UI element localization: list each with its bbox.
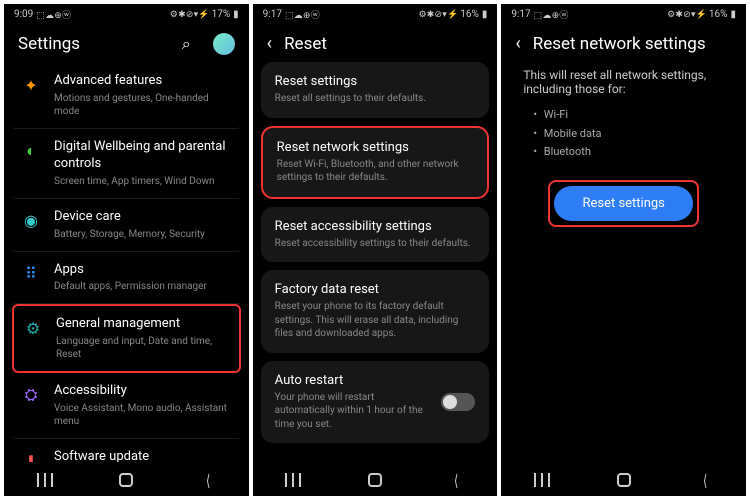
status-icons-right: ⚙ ✱ ⊘ ▾ ⚡ [418, 10, 457, 20]
item-subtitle: Reset accessibility settings to their de… [275, 237, 476, 251]
header: Settings ⌕ [4, 23, 249, 63]
status-bar: 9:17 ⬚ ☁ ⊕ ⓦ ⚙ ✱ ⊘ ▾ ⚡16%▮ [501, 4, 746, 23]
reset-list: Reset settings Reset all settings to thei… [253, 62, 498, 462]
status-time: 9:17 [511, 9, 530, 20]
item-icon: ◐ [20, 140, 42, 162]
item-icon: ⚙ [22, 317, 44, 339]
status-time: 9:17 [263, 9, 282, 20]
item-title: Accessibility [54, 383, 233, 400]
reset-item-reset-network-settings[interactable]: Reset network settings Reset Wi-Fi, Bluet… [261, 126, 490, 199]
nav-recents[interactable] [283, 472, 303, 488]
settings-item-accessibility[interactable]: ⛭ Accessibility Voice Assistant, Mono audi… [12, 373, 241, 439]
item-icon: ⛭ [20, 384, 42, 406]
bullet-list: Wi-FiMobile dataBluetooth [509, 106, 738, 180]
status-bar: 9:17⬚ ☁ ⊕ ⓦ ⚙ ✱ ⊘ ▾ ⚡16%▮ [253, 4, 498, 23]
status-icons-left: ⬚ ☁ ⊕ ⓦ [534, 8, 568, 21]
item-icon: ◉ [20, 210, 42, 232]
status-icons-left: ⬚ ☁ ⊕ ⓦ [36, 8, 70, 21]
description-text: This will reset all network settings, in… [509, 62, 738, 106]
battery-icon: ▮ [233, 9, 239, 20]
status-battery: 17% [212, 9, 231, 20]
reset-settings-button[interactable]: Reset settings [554, 186, 692, 221]
reset-network-screen: 9:17 ⬚ ☁ ⊕ ⓦ ⚙ ✱ ⊘ ▾ ⚡16%▮ ‹ Reset networ… [501, 4, 746, 496]
item-subtitle: Voice Assistant, Mono audio, Assistant m… [54, 402, 233, 428]
page-title: Reset [284, 34, 483, 54]
page-title: Settings [18, 34, 170, 54]
status-battery: 16% [709, 9, 728, 20]
item-subtitle: Your phone will restart automatically wi… [275, 391, 432, 432]
reset-item-reset-settings[interactable]: Reset settings Reset all settings to thei… [261, 62, 490, 118]
settings-item-apps[interactable]: ⠿ AppsDefault apps, Permission manager [12, 252, 241, 305]
settings-screen: 9:09⬚ ☁ ⊕ ⓦ ⚙ ✱ ⊘ ▾ ⚡17%▮ Settings ⌕ ✦ Ad… [4, 4, 249, 496]
settings-list: ✦ Advanced features Motions and gestures, … [4, 63, 249, 462]
item-title: Reset network settings [277, 140, 474, 155]
item-title: Reset accessibility settings [275, 219, 476, 234]
item-title: General management [56, 316, 231, 333]
item-subtitle: Screen time, App timers, Wind Down [54, 175, 233, 188]
item-subtitle: Battery, Storage, Memory, Security [54, 228, 233, 241]
item-subtitle: Language and input, Date and time, Reset [56, 335, 231, 361]
back-icon[interactable]: ‹ [267, 33, 272, 54]
nav-recents[interactable] [35, 472, 55, 488]
back-icon[interactable]: ‹ [515, 33, 520, 54]
reset-screen: 9:17⬚ ☁ ⊕ ⓦ ⚙ ✱ ⊘ ▾ ⚡16%▮ ‹ Reset Reset … [253, 4, 498, 496]
reset-item-factory-data-reset[interactable]: Factory data reset Reset your phone to it… [261, 270, 490, 353]
settings-item-device-care[interactable]: ◉ Device care Battery, Storage, Memory, Se… [12, 199, 241, 252]
reset-item-auto-restart[interactable]: Auto restart Your phone will restart auto… [261, 361, 490, 444]
item-title: Factory data reset [275, 282, 476, 297]
nav-home[interactable] [365, 472, 385, 488]
item-subtitle: Reset Wi-Fi, Bluetooth, and other networ… [277, 158, 474, 185]
item-title: Reset settings [275, 74, 476, 89]
page-title: Reset network settings [533, 34, 732, 54]
item-title: Auto restart [275, 373, 432, 388]
item-title: Digital Wellbeing and parental controls [54, 139, 233, 173]
nav-back[interactable]: ⟨ [695, 472, 715, 488]
settings-item-advanced-features[interactable]: ✦ Advanced features Motions and gestures, … [12, 63, 241, 129]
settings-item-digital-wellbeing-and-parental-controls[interactable]: ◐ Digital Wellbeing and parental controls… [12, 129, 241, 199]
battery-icon: ▮ [482, 9, 488, 20]
nav-back[interactable]: ⟨ [198, 472, 218, 488]
status-icons-left: ⬚ ☁ ⊕ ⓦ [285, 8, 319, 21]
auto-restart-toggle[interactable] [441, 393, 475, 411]
nav-bar: ⟨ [253, 462, 498, 496]
item-icon: ⠿ [20, 263, 42, 285]
status-time: 9:09 [14, 9, 33, 20]
nav-bar: ⟨ [4, 462, 249, 496]
header: ‹ Reset network settings [501, 23, 746, 62]
item-title: Software update [54, 449, 233, 462]
nav-home[interactable] [614, 472, 634, 488]
status-bar: 9:09⬚ ☁ ⊕ ⓦ ⚙ ✱ ⊘ ▾ ⚡17%▮ [4, 4, 249, 23]
header: ‹ Reset [253, 23, 498, 62]
reset-item-reset-accessibility-settings[interactable]: Reset accessibility settings Reset access… [261, 207, 490, 263]
item-subtitle: Reset all settings to their defaults. [275, 92, 476, 106]
search-icon[interactable]: ⌕ [182, 34, 191, 54]
item-subtitle: Motions and gestures, One-handed mode [54, 92, 233, 118]
nav-home[interactable] [116, 472, 136, 488]
settings-item-general-management[interactable]: ⚙ General management Language and input, D… [12, 304, 241, 373]
reset-network-content: This will reset all network settings, in… [501, 62, 746, 462]
item-icon: ✦ [20, 74, 42, 96]
bullet-item: Wi-Fi [533, 106, 724, 125]
status-icons-right: ⚙ ✱ ⊘ ▾ ⚡ [170, 10, 209, 20]
item-subtitle: Default apps, Permission manager [54, 280, 233, 293]
item-subtitle: Reset your phone to its factory default … [275, 300, 476, 341]
status-icons-right: ⚙ ✱ ⊘ ▾ ⚡ [667, 10, 706, 20]
item-icon: ⬇ [20, 450, 42, 462]
status-battery: 16% [460, 9, 479, 20]
item-title: Advanced features [54, 73, 233, 90]
item-title: Device care [54, 209, 233, 226]
item-title: Apps [54, 262, 233, 279]
profile-avatar[interactable] [213, 33, 235, 55]
reset-button-wrap: Reset settings [548, 180, 698, 227]
bullet-item: Bluetooth [533, 143, 724, 162]
battery-icon: ▮ [731, 9, 737, 20]
nav-back[interactable]: ⟨ [447, 472, 467, 488]
nav-recents[interactable] [532, 472, 552, 488]
bullet-item: Mobile data [533, 125, 724, 144]
nav-bar: ⟨ [501, 462, 746, 496]
settings-item-software-update[interactable]: ⬇Software updateDownload updates, Last u… [12, 439, 241, 462]
